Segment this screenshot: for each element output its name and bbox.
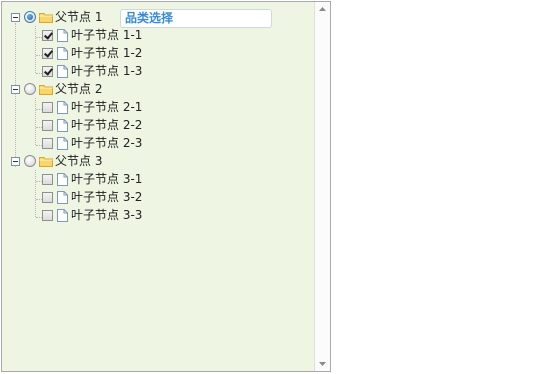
parent-2-radio[interactable] bbox=[24, 83, 36, 95]
collapse-icon[interactable] bbox=[11, 84, 20, 94]
parent-1-radio[interactable] bbox=[24, 11, 36, 23]
leaf-1-3-checkbox[interactable] bbox=[42, 65, 53, 77]
tree-node-leaf: 叶子节点 3-3 bbox=[10, 206, 314, 224]
file-icon bbox=[57, 208, 68, 222]
tree-node-leaf: 叶子节点 1-1 bbox=[10, 26, 314, 44]
tree-node-leaf: 叶子节点 2-3 bbox=[10, 134, 314, 152]
tree-node-leaf: 叶子节点 2-2 bbox=[10, 116, 314, 134]
leaf-1-2-checkbox[interactable] bbox=[42, 47, 53, 59]
folder-icon bbox=[39, 12, 53, 23]
leaf-3-2-label[interactable]: 叶子节点 3-2 bbox=[71, 188, 142, 206]
tree-node-leaf: 叶子节点 1-3 bbox=[10, 62, 314, 80]
tree-node-leaf: 叶子节点 3-2 bbox=[10, 188, 314, 206]
file-icon bbox=[57, 172, 68, 186]
parent-3-label[interactable]: 父节点 3 bbox=[55, 152, 102, 170]
leaf-3-3-label[interactable]: 叶子节点 3-3 bbox=[71, 206, 142, 224]
leaf-3-1-label[interactable]: 叶子节点 3-1 bbox=[71, 170, 142, 188]
file-icon bbox=[57, 190, 68, 204]
parent-3-radio[interactable] bbox=[24, 155, 36, 167]
leaf-1-2-label[interactable]: 叶子节点 1-2 bbox=[71, 44, 142, 62]
folder-icon bbox=[39, 156, 53, 167]
scroll-up-arrow-icon[interactable] bbox=[315, 2, 330, 16]
leaf-3-1-checkbox[interactable] bbox=[42, 173, 53, 185]
leaf-2-1-label[interactable]: 叶子节点 2-1 bbox=[71, 98, 142, 116]
collapse-icon[interactable] bbox=[11, 12, 20, 22]
leaf-2-2-label[interactable]: 叶子节点 2-2 bbox=[71, 116, 142, 134]
leaf-1-1-label[interactable]: 叶子节点 1-1 bbox=[71, 26, 142, 44]
tree-node-leaf: 叶子节点 2-1 bbox=[10, 98, 314, 116]
tree-node-leaf: 叶子节点 3-1 bbox=[10, 170, 314, 188]
parent-2-label[interactable]: 父节点 2 bbox=[55, 80, 102, 98]
leaf-3-2-checkbox[interactable] bbox=[42, 191, 53, 203]
tree-node-parent-3: 父节点 3 bbox=[10, 152, 314, 170]
file-icon bbox=[57, 118, 68, 132]
leaf-2-1-checkbox[interactable] bbox=[42, 101, 53, 113]
scroll-down-arrow-icon[interactable] bbox=[315, 357, 330, 371]
leaf-1-1-checkbox[interactable] bbox=[42, 29, 53, 41]
file-icon bbox=[57, 28, 68, 42]
category-tree: 父节点 1 叶子节点 1-1 叶子节点 1-2 叶子节点 1-3 父节点 2 叶… bbox=[10, 8, 314, 224]
leaf-2-3-label[interactable]: 叶子节点 2-3 bbox=[71, 134, 142, 152]
category-select-label[interactable]: 品类选择 bbox=[120, 9, 272, 28]
file-icon bbox=[57, 64, 68, 78]
tree-node-leaf: 叶子节点 1-2 bbox=[10, 44, 314, 62]
leaf-2-2-checkbox[interactable] bbox=[42, 119, 53, 131]
parent-1-label[interactable]: 父节点 1 bbox=[55, 8, 102, 26]
file-icon bbox=[57, 100, 68, 114]
leaf-1-3-label[interactable]: 叶子节点 1-3 bbox=[71, 62, 142, 80]
file-icon bbox=[57, 136, 68, 150]
collapse-icon[interactable] bbox=[11, 156, 20, 166]
leaf-3-3-checkbox[interactable] bbox=[42, 209, 53, 221]
tree-panel: 父节点 1 叶子节点 1-1 叶子节点 1-2 叶子节点 1-3 父节点 2 叶… bbox=[1, 1, 331, 372]
leaf-2-3-checkbox[interactable] bbox=[42, 137, 53, 149]
file-icon bbox=[57, 46, 68, 60]
folder-icon bbox=[39, 84, 53, 95]
vertical-scrollbar[interactable] bbox=[314, 2, 330, 371]
tree-node-parent-2: 父节点 2 bbox=[10, 80, 314, 98]
